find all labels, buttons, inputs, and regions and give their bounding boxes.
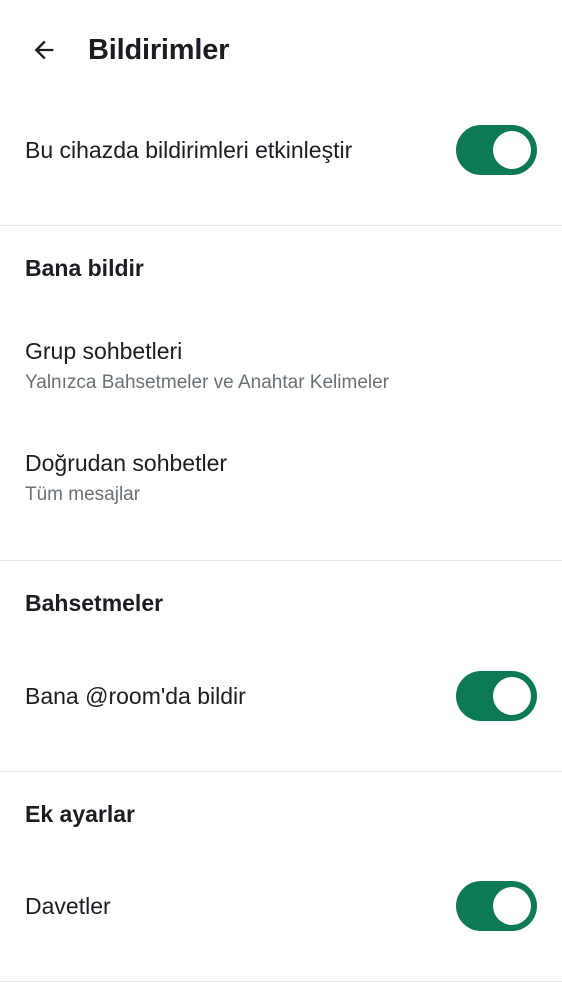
direct-chats-label: Doğrudan sohbetler xyxy=(25,450,228,476)
device-notifications-toggle[interactable] xyxy=(456,125,537,175)
direct-chats-value: Tüm mesajlar xyxy=(25,484,141,505)
room-mention-row[interactable]: Bana @room'da bildir xyxy=(0,650,562,745)
top-app-bar: Bildirimler xyxy=(0,0,562,100)
arrow-left-icon xyxy=(34,40,54,60)
page-title: Bildirimler xyxy=(88,34,230,66)
invites-toggle[interactable] xyxy=(456,881,537,931)
section-title-notify-me: Bana bildir xyxy=(25,255,144,281)
divider xyxy=(0,981,562,982)
section-title-additional: Ek ayarlar xyxy=(25,801,135,827)
room-mention-label: Bana @room'da bildir xyxy=(25,683,246,709)
divider xyxy=(0,225,562,226)
back-button[interactable] xyxy=(22,28,66,72)
divider xyxy=(0,560,562,561)
toggle-knob xyxy=(493,131,531,169)
invites-row[interactable]: Davetler xyxy=(0,860,562,955)
notifications-settings-screen: Bildirimler Bu cihazda bildirimleri etki… xyxy=(0,0,562,1000)
group-chats-value: Yalnızca Bahsetmeler ve Anahtar Kelimele… xyxy=(25,372,389,393)
group-chats-label: Grup sohbetleri xyxy=(25,338,183,364)
toggle-knob xyxy=(493,677,531,715)
group-chats-row[interactable]: Grup sohbetleri Yalnızca Bahsetmeler ve … xyxy=(0,322,562,422)
section-title-mentions: Bahsetmeler xyxy=(25,590,164,616)
device-notifications-row[interactable]: Bu cihazda bildirimleri etkinleştir xyxy=(0,100,562,225)
invites-label: Davetler xyxy=(25,893,111,919)
toggle-knob xyxy=(493,887,531,925)
device-notifications-label: Bu cihazda bildirimleri etkinleştir xyxy=(25,137,353,163)
direct-chats-row[interactable]: Doğrudan sohbetler Tüm mesajlar xyxy=(0,434,562,534)
divider xyxy=(0,771,562,772)
room-mention-toggle[interactable] xyxy=(456,671,537,721)
